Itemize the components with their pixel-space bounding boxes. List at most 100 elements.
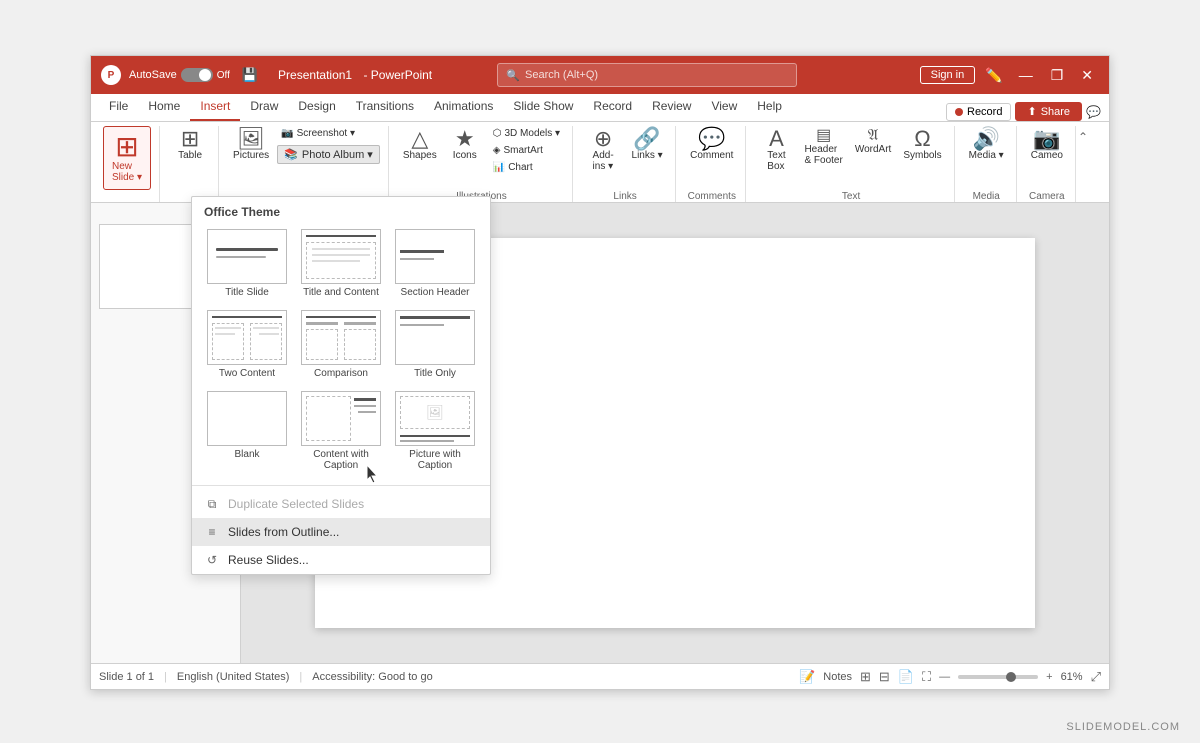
app-window: P AutoSave Off 💾 Presentation1 - PowerPo… xyxy=(90,55,1110,690)
layout-thumb-title-only xyxy=(395,310,475,365)
group-media: 🔊 Media ▾ Media xyxy=(957,126,1017,202)
links-icon: 🔗 xyxy=(633,128,660,150)
layout-section-header[interactable]: Section Header xyxy=(392,227,478,300)
reuse-slides-item[interactable]: ↺ Reuse Slides... xyxy=(192,546,490,574)
wordart-button[interactable]: 𝔄 WordArt xyxy=(851,126,896,157)
status-bar-right: 📝 Notes ⊞ ⊟ 📄 ⛶ — + 61% ⤢ xyxy=(799,669,1101,685)
tab-slideshow[interactable]: Slide Show xyxy=(503,93,583,121)
layout-two-content[interactable]: Two Content xyxy=(204,308,290,381)
ribbon-collapse[interactable]: ⌃ xyxy=(1078,126,1088,202)
status-divider-2: | xyxy=(299,671,302,683)
slides-from-outline-item[interactable]: ≡ Slides from Outline... xyxy=(192,518,490,546)
autosave-toggle[interactable] xyxy=(181,68,213,82)
new-slide-button[interactable]: ⊞ NewSlide ▾ xyxy=(103,126,151,190)
layout-content-caption[interactable]: Content with Caption xyxy=(298,389,384,473)
search-bar[interactable]: 🔍 Search (Alt+Q) xyxy=(497,63,797,87)
cameo-icon: 📷 xyxy=(1033,128,1060,150)
photo-album-button[interactable]: 📚 Photo Album ▾ xyxy=(277,145,380,164)
record-button[interactable]: Record xyxy=(946,103,1011,121)
layout-picture-caption[interactable]: 🖼 Picture with Caption xyxy=(392,389,478,473)
notes-button[interactable]: 📝 xyxy=(799,669,815,685)
tables-group-items: ⊞ Table xyxy=(170,126,210,202)
illustrations-secondary: ⬡ 3D Models ▾ ◈ SmartArt 📊 Chart xyxy=(489,126,564,175)
tab-draw[interactable]: Draw xyxy=(240,93,288,121)
zoom-slider-thumb xyxy=(1006,672,1016,682)
reading-view-icon[interactable]: 📄 xyxy=(898,669,914,685)
layout-title-content[interactable]: Title and Content xyxy=(298,227,384,300)
textbox-icon: A xyxy=(769,128,784,150)
layout-title-slide[interactable]: Title Slide xyxy=(204,227,290,300)
pen-icon[interactable]: ✏️ xyxy=(981,65,1006,86)
tab-insert[interactable]: Insert xyxy=(190,93,240,121)
zoom-in-button[interactable]: + xyxy=(1046,671,1052,683)
textbox-button[interactable]: A TextBox xyxy=(756,126,796,174)
chart-button[interactable]: 📊 Chart xyxy=(489,160,564,175)
layout-label-content-caption: Content with Caption xyxy=(300,449,382,471)
3d-models-button[interactable]: ⬡ 3D Models ▾ xyxy=(489,126,564,141)
links-button[interactable]: 🔗 Links ▾ xyxy=(627,126,667,163)
ribbon-tabs: File Home Insert Draw Design Transitions… xyxy=(91,94,1109,122)
links-label: Links ▾ xyxy=(632,150,663,161)
new-slide-dropdown[interactable]: Office Theme Title Slide xyxy=(191,203,491,575)
shapes-icon: △ xyxy=(411,128,428,150)
symbols-label: Symbols xyxy=(903,150,941,161)
minimize-button[interactable]: — xyxy=(1013,65,1039,85)
share-button[interactable]: ⬆ Share xyxy=(1015,102,1082,121)
table-button[interactable]: ⊞ Table xyxy=(170,126,210,163)
reuse-icon: ↺ xyxy=(204,552,220,568)
pictures-button[interactable]: 🖼 Pictures xyxy=(229,126,273,163)
tab-home[interactable]: Home xyxy=(138,93,190,121)
group-images: 🖼 Pictures 📷 Screenshot ▾ 📚 Photo Album … xyxy=(221,126,389,202)
header-footer-button[interactable]: ▤ Header& Footer xyxy=(800,126,846,168)
presenter-view-icon[interactable]: ⛶ xyxy=(922,669,931,685)
textbox-label: TextBox xyxy=(767,150,785,172)
duplicate-slides-item: ⧉ Duplicate Selected Slides xyxy=(192,490,490,518)
close-button[interactable]: ✕ xyxy=(1075,65,1099,86)
tab-record[interactable]: Record xyxy=(583,93,642,121)
comment-button[interactable]: 💬 Comment xyxy=(686,126,737,163)
layout-blank[interactable]: Blank xyxy=(204,389,290,473)
tab-help[interactable]: Help xyxy=(747,93,792,121)
text-group-items: A TextBox ▤ Header& Footer 𝔄 WordArt Ω xyxy=(756,126,945,189)
media-button[interactable]: 🔊 Media ▾ xyxy=(965,126,1008,163)
tab-file[interactable]: File xyxy=(99,93,138,121)
layout-label-title-slide: Title Slide xyxy=(225,287,269,298)
screenshot-button[interactable]: 📷 Screenshot ▾ xyxy=(277,126,380,141)
cameo-button[interactable]: 📷 Cameo xyxy=(1027,126,1067,163)
sign-in-button[interactable]: Sign in xyxy=(920,66,976,84)
layout-comparison[interactable]: Comparison xyxy=(298,308,384,381)
tab-transitions[interactable]: Transitions xyxy=(346,93,424,121)
links-group-items: ⊕ Add-ins ▾ 🔗 Links ▾ xyxy=(583,126,667,189)
tab-animations[interactable]: Animations xyxy=(424,93,503,121)
icons-button[interactable]: ★ Icons xyxy=(445,126,485,163)
group-tables: ⊞ Table xyxy=(162,126,219,202)
shapes-button[interactable]: △ Shapes xyxy=(399,126,441,163)
slide-sorter-icon[interactable]: ⊟ xyxy=(879,669,890,685)
chat-icon[interactable]: 💬 xyxy=(1086,105,1101,119)
slides-group-items: ⊞ NewSlide ▾ xyxy=(103,126,151,202)
tab-design[interactable]: Design xyxy=(288,93,345,121)
wordart-icon: 𝔄 xyxy=(868,128,879,144)
ribbon: File Home Insert Draw Design Transitions… xyxy=(91,94,1109,203)
screenshot-icon: 📷 xyxy=(281,128,293,139)
tab-review[interactable]: Review xyxy=(642,93,701,121)
layout-title-only[interactable]: Title Only xyxy=(392,308,478,381)
group-text: A TextBox ▤ Header& Footer 𝔄 WordArt Ω xyxy=(748,126,954,202)
zoom-slider[interactable] xyxy=(958,675,1038,679)
normal-view-icon[interactable]: ⊞ xyxy=(860,669,871,685)
zoom-out-button[interactable]: — xyxy=(939,671,950,683)
record-dot xyxy=(955,108,963,116)
group-slides: ⊞ NewSlide ▾ xyxy=(95,126,160,202)
addins-button[interactable]: ⊕ Add-ins ▾ xyxy=(583,126,623,174)
screenshot-label: Screenshot ▾ xyxy=(297,128,355,139)
slide-info: Slide 1 of 1 xyxy=(99,671,154,683)
table-label: Table xyxy=(178,150,202,161)
restore-button[interactable]: ❐ xyxy=(1045,65,1070,86)
fit-to-window-icon[interactable]: ⤢ xyxy=(1091,669,1101,685)
save-icon[interactable]: 💾 xyxy=(242,67,258,83)
shapes-label: Shapes xyxy=(403,150,437,161)
symbols-button[interactable]: Ω Symbols xyxy=(899,126,945,163)
tab-view[interactable]: View xyxy=(701,93,747,121)
pictures-label: Pictures xyxy=(233,150,269,161)
smartart-button[interactable]: ◈ SmartArt xyxy=(489,143,564,158)
